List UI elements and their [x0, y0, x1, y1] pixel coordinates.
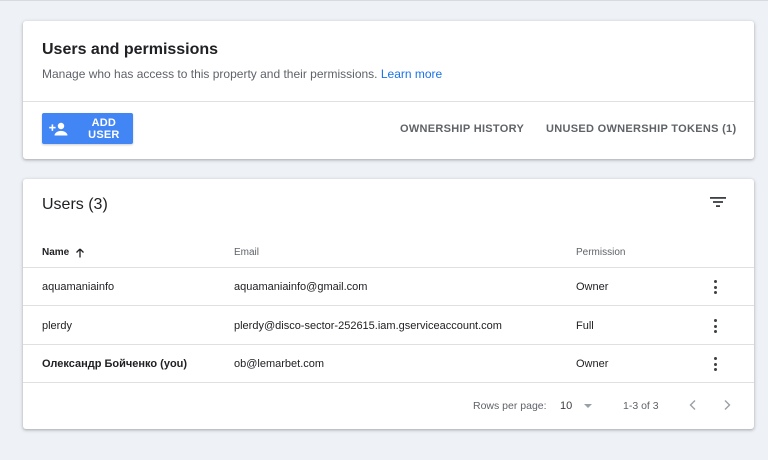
user-email: plerdy@disco-sector-252615.iam.gservicea… — [234, 320, 502, 332]
add-user-label: ADD USER — [88, 116, 120, 141]
more-vert-icon[interactable] — [711, 279, 719, 295]
ownership-history-button[interactable]: OWNERSHIP HISTORY — [400, 123, 524, 135]
rows-per-page-label: Rows per page: — [473, 400, 547, 412]
divider — [23, 101, 754, 102]
table-header: Name Email Permission — [23, 239, 754, 268]
more-vert-icon[interactable] — [711, 318, 719, 334]
user-permission: Owner — [576, 358, 609, 370]
column-header-email[interactable]: Email — [234, 247, 259, 258]
rows-per-page-value: 10 — [560, 400, 573, 412]
user-name: aquamaniainfo — [42, 281, 115, 293]
table-row[interactable]: Олександр Бойченко (you) ob@lemarbet.com… — [23, 345, 754, 383]
unused-ownership-tokens-button[interactable]: UNUSED OWNERSHIP TOKENS (1) — [546, 123, 736, 135]
filter-icon[interactable] — [710, 195, 726, 209]
more-vert-icon[interactable] — [711, 356, 719, 372]
table-row[interactable]: plerdy plerdy@disco-sector-252615.iam.gs… — [23, 307, 754, 345]
users-title: Users (3) — [42, 196, 108, 213]
column-header-name[interactable]: Name — [42, 247, 85, 258]
user-email: ob@lemarbet.com — [234, 358, 325, 370]
rows-per-page-select[interactable]: 10 — [560, 398, 596, 414]
pagination-range: 1-3 of 3 — [623, 400, 659, 412]
permissions-description: Manage who has access to this property a… — [42, 67, 442, 81]
table-row[interactable]: aquamaniainfo aquamaniainfo@gmail.com Ow… — [23, 268, 754, 306]
user-email: aquamaniainfo@gmail.com — [234, 281, 368, 293]
user-permission: Full — [576, 320, 594, 332]
dropdown-arrow-icon — [584, 404, 592, 408]
permissions-description-text: Manage who has access to this property a… — [42, 67, 378, 81]
sort-arrow-up-icon — [76, 248, 85, 257]
learn-more-link[interactable]: Learn more — [381, 67, 442, 81]
page: Users and permissions Manage who has acc… — [0, 0, 768, 460]
pagination-footer: Rows per page: 10 1-3 of 3 — [23, 384, 754, 428]
user-permission: Owner — [576, 281, 609, 293]
permissions-title: Users and permissions — [42, 41, 219, 58]
chevron-left-icon[interactable] — [687, 398, 699, 412]
add-user-icon — [49, 121, 71, 137]
user-name: plerdy — [42, 320, 72, 332]
user-name: Олександр Бойченко (you) — [42, 358, 188, 370]
chevron-right-icon[interactable] — [721, 398, 733, 412]
column-header-name-label: Name — [42, 247, 70, 258]
column-header-permission[interactable]: Permission — [576, 247, 625, 258]
users-card: Users (3) Name Email Permission aquamani… — [23, 179, 754, 429]
permissions-card: Users and permissions Manage who has acc… — [23, 21, 754, 159]
add-user-button[interactable]: ADD USER — [42, 113, 133, 144]
